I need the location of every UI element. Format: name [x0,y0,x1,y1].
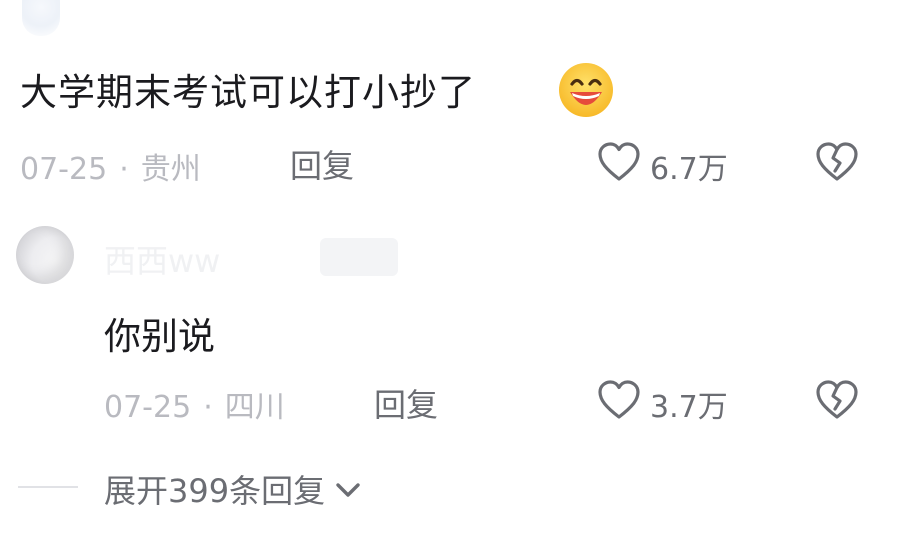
expand-replies-label: 展开399条回复 [104,472,326,510]
reply-button[interactable]: 回复 [290,141,354,187]
like-count: 6.7万 [650,152,728,187]
comment-meta: 07-25 · 贵州 [20,144,201,188]
meta-separator: · [119,152,129,187]
reply-like-heart-icon[interactable] [596,378,642,422]
chevron-down-icon [336,483,360,497]
reply-reply-button[interactable]: 回复 [374,380,438,426]
reply-like-count: 3.7万 [650,390,728,425]
reply-location: 四川 [224,390,285,425]
reply-avatar[interactable] [16,226,74,284]
grinning-face-emoji [559,63,613,117]
comment-date: 07-25 [20,152,108,187]
comment-text: 大学期末考试可以打小抄了 [20,71,476,114]
comment-location: 贵州 [140,152,201,187]
dislike-broken-heart-icon[interactable] [814,140,860,184]
reply-date: 07-25 [104,390,192,425]
reply-dislike-broken-heart-icon[interactable] [814,378,860,422]
meta-separator: · [203,390,213,425]
top-avatar-fragment [22,0,60,36]
like-heart-icon[interactable] [596,140,642,184]
reply-text: 你别说 [104,315,215,358]
expand-divider [18,486,78,488]
reply-username[interactable]: 西西ww [104,236,220,282]
expand-replies-button[interactable]: 展开399条回复 [104,466,363,512]
author-tag-badge [320,238,398,276]
reply-meta: 07-25 · 四川 [104,382,285,426]
